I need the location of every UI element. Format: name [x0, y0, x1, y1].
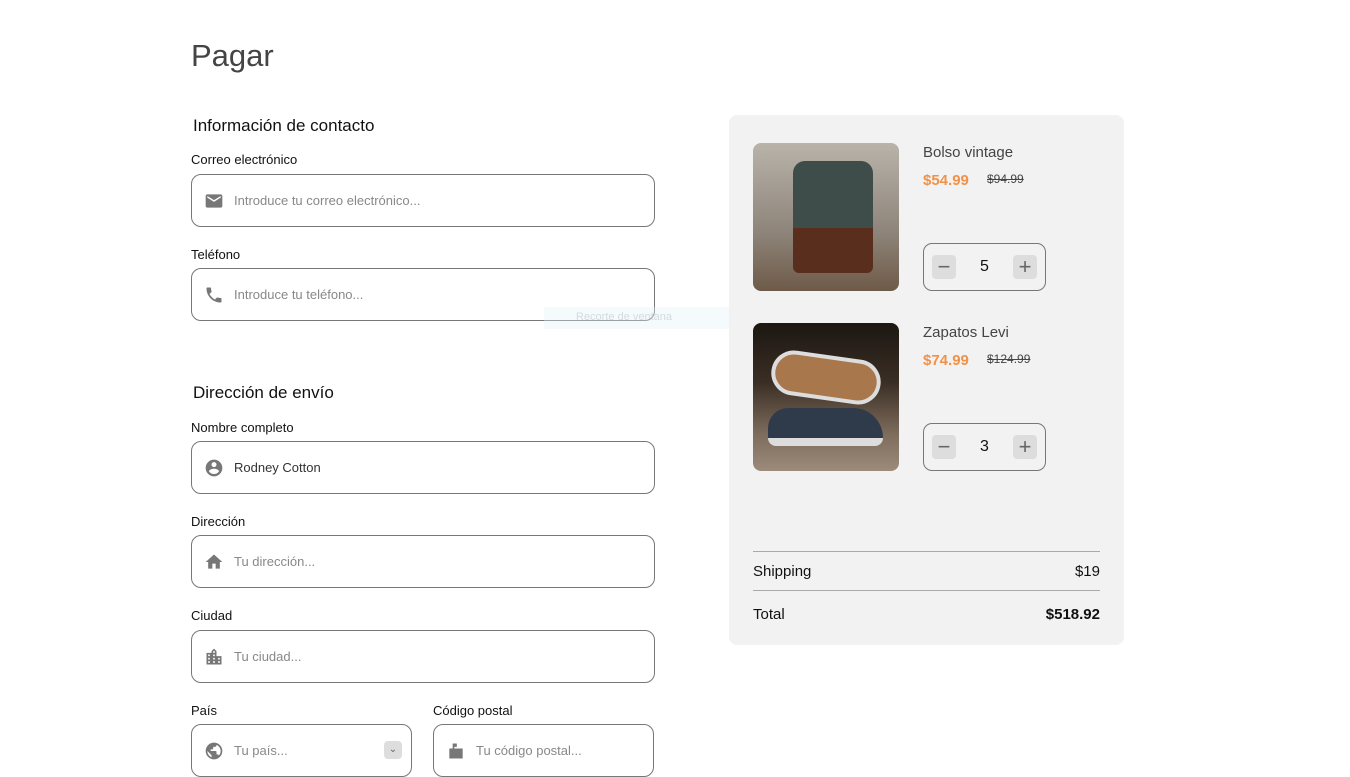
name-field[interactable]: Rodney Cotton	[191, 441, 655, 494]
zip-field[interactable]: Tu código postal...	[433, 724, 654, 777]
mailbox-icon	[449, 743, 463, 758]
phone-icon	[206, 287, 222, 302]
quantity-value: 5	[980, 258, 989, 275]
shipping-label: Shipping	[753, 563, 812, 580]
plus-icon[interactable]: +	[1013, 255, 1037, 279]
globe-icon	[205, 742, 223, 759]
city-label: Ciudad	[191, 608, 233, 623]
minus-icon[interactable]: −	[932, 435, 956, 459]
city-icon	[206, 648, 222, 664]
shipping-heading: Dirección de envío	[193, 383, 334, 402]
email-placeholder: Introduce tu correo electrónico...	[234, 193, 421, 208]
country-label: País	[191, 703, 218, 718]
product-old-price: $124.99	[987, 352, 1031, 366]
product-price: $54.99	[923, 172, 969, 189]
product-old-price: $94.99	[987, 172, 1024, 186]
zip-placeholder: Tu código postal...	[476, 743, 582, 758]
product-name: Zapatos Levi	[923, 324, 1009, 341]
name-value: Rodney Cotton	[234, 460, 321, 475]
city-placeholder: Tu ciudad...	[234, 649, 302, 664]
shipping-value: $19	[1074, 563, 1100, 580]
chevron-down-icon[interactable]: ⌄	[384, 741, 402, 759]
plus-icon[interactable]: +	[1013, 435, 1037, 459]
zip-label: Código postal	[433, 703, 513, 718]
total-value: $518.92	[1045, 606, 1100, 623]
page-title: Pagar	[191, 38, 274, 73]
total-label: Total	[753, 606, 785, 623]
contact-heading: Información de contacto	[193, 116, 375, 135]
country-select[interactable]: Tu país... ⌄	[191, 724, 412, 777]
account-circle-icon	[205, 459, 223, 476]
quantity-value: 3	[980, 438, 989, 455]
divider	[753, 590, 1100, 591]
country-placeholder: Tu país...	[234, 743, 288, 758]
phone-label: Teléfono	[191, 247, 241, 262]
name-label: Nombre completo	[191, 420, 294, 435]
product-price: $74.99	[923, 352, 969, 369]
quantity-stepper: − 5 +	[923, 243, 1046, 291]
email-field[interactable]: Introduce tu correo electrónico...	[191, 174, 655, 227]
phone-placeholder: Introduce tu teléfono...	[234, 287, 364, 302]
product-image-bag	[753, 143, 899, 291]
divider	[753, 551, 1100, 552]
quantity-stepper: − 3 +	[923, 423, 1046, 471]
home-icon	[205, 554, 223, 569]
address-field[interactable]: Tu dirección...	[191, 535, 655, 588]
city-field[interactable]: Tu ciudad...	[191, 630, 655, 683]
email-label: Correo electrónico	[191, 152, 298, 167]
minus-icon[interactable]: −	[932, 255, 956, 279]
mail-icon	[205, 193, 223, 208]
address-label: Dirección	[191, 514, 246, 529]
product-image-shoes	[753, 323, 899, 471]
product-name: Bolso vintage	[923, 144, 1014, 161]
address-placeholder: Tu dirección...	[234, 554, 316, 569]
